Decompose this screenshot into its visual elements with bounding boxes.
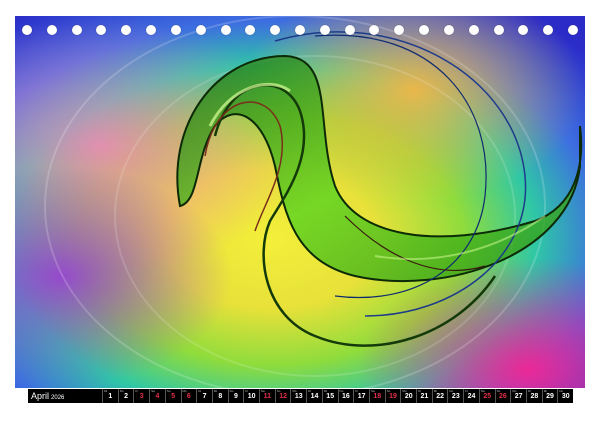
- weekday-label: Mi: [323, 389, 328, 393]
- weekday-label: Mi: [433, 389, 437, 393]
- weekday-label: So: [166, 389, 171, 393]
- binding-hole: [270, 25, 281, 35]
- day-cell: Mi 29: [541, 389, 558, 403]
- binding-hole: [220, 25, 231, 35]
- day-cell: Mo 13: [290, 389, 306, 403]
- weekday-label: Mo: [292, 389, 297, 393]
- weekday-label: Di: [527, 389, 531, 393]
- binding-hole: [71, 25, 82, 35]
- day-cell: Mo 20: [400, 389, 416, 403]
- day-cell: Sa 18: [368, 389, 385, 403]
- day-cell: Do 23: [447, 389, 463, 403]
- weekday-label: Fr: [135, 389, 139, 393]
- binding-hole: [121, 25, 132, 35]
- day-cell: Do 16: [337, 389, 354, 403]
- day-cell: So 19: [384, 389, 401, 403]
- binding-hole: [96, 25, 107, 35]
- binding-hole: [245, 25, 256, 35]
- weekday-label: So: [386, 389, 391, 393]
- binding-hole: [319, 25, 330, 35]
- abstract-artwork-image: [15, 16, 585, 388]
- day-cell: Sa 11: [259, 389, 275, 403]
- binding-hole: [22, 25, 32, 35]
- weekday-label: Sa: [480, 389, 485, 393]
- weekday-label: Mi: [543, 389, 547, 393]
- day-cell: Mi 15: [321, 389, 338, 403]
- day-cell: Mo 27: [510, 389, 526, 403]
- day-cell: Fr 3: [133, 389, 149, 403]
- day-cell: Do 2: [117, 389, 134, 403]
- day-cell: So 26: [494, 389, 511, 403]
- binding-hole: [419, 25, 430, 35]
- weekday-label: So: [496, 389, 501, 393]
- day-cell: Mi 1: [102, 389, 118, 403]
- binding-hole: [195, 25, 206, 35]
- day-cell: Fr 24: [463, 389, 479, 403]
- weekday-label: Sa: [151, 389, 155, 393]
- day-cell: Di 7: [196, 389, 212, 403]
- weekday-label: Sa: [261, 389, 265, 393]
- day-cell: Mi 8: [211, 389, 228, 403]
- day-cell: Mi 22: [431, 389, 448, 403]
- weekday-label: Mo: [182, 389, 187, 393]
- weekday-label: Sa: [370, 389, 375, 393]
- weekday-label: Mo: [512, 389, 517, 393]
- calendar-page: April 2026 Mi 1 Do 2 Fr 3 Sa 4 So 5 Mo 6 Di 7 Mi 8 Do 9 Fr 1…: [0, 0, 600, 431]
- weekday-label: Fr: [355, 389, 359, 393]
- binding-hole: [543, 25, 554, 35]
- binding-hole: [369, 25, 380, 35]
- day-cell: Sa 4: [149, 389, 165, 403]
- binding-hole: [344, 25, 355, 35]
- binding-hole: [170, 25, 181, 35]
- day-cell: Fr 17: [353, 389, 369, 403]
- binding-hole: [468, 25, 479, 35]
- day-cells: Mi 1 Do 2 Fr 3 Sa 4 So 5 Mo 6 Di 7 Mi 8 Do 9 Fr 10 Sa 11 So 12 M…: [102, 389, 573, 403]
- weekday-label: Mi: [213, 389, 218, 393]
- weekday-label: Do: [559, 389, 564, 393]
- day-cell: Di 21: [416, 389, 432, 403]
- weekday-label: Mi: [104, 389, 108, 393]
- day-cell: Sa 25: [478, 389, 495, 403]
- binding-hole: [295, 25, 305, 35]
- abstract-swirl-graphic: [15, 16, 585, 388]
- weekday-label: So: [276, 389, 281, 393]
- weekday-label: Mo: [402, 389, 407, 393]
- weekday-label: Di: [418, 389, 421, 393]
- day-cell: Fr 10: [243, 389, 259, 403]
- binding-hole: [568, 25, 578, 35]
- day-cell: Do 9: [227, 389, 244, 403]
- weekday-label: Fr: [465, 389, 469, 393]
- day-cell: Do 30: [557, 389, 573, 403]
- binding-hole: [518, 25, 529, 35]
- weekday-label: Fr: [245, 389, 249, 393]
- binding-hole: [493, 25, 504, 35]
- binding-hole: [394, 25, 405, 35]
- day-cell: Di 14: [306, 389, 322, 403]
- weekday-label: Do: [339, 389, 344, 393]
- binding-hole: [443, 25, 454, 35]
- weekday-label: Do: [449, 389, 454, 393]
- day-cell: So 5: [164, 389, 181, 403]
- weekday-label: Di: [198, 389, 202, 393]
- month-name: April: [31, 391, 50, 401]
- day-cell: So 12: [274, 389, 291, 403]
- spiral-binding-holes: [22, 25, 578, 37]
- month-label: April 2026: [28, 389, 102, 403]
- binding-hole: [146, 25, 157, 35]
- weekday-label: Do: [229, 389, 234, 393]
- binding-hole: [46, 25, 57, 35]
- weekday-label: Di: [308, 389, 311, 393]
- month-year: 2026: [51, 395, 65, 401]
- day-cell: Mo 6: [180, 389, 197, 403]
- weekday-label: Do: [119, 389, 124, 393]
- calendar-strip: April 2026 Mi 1 Do 2 Fr 3 Sa 4 So 5 Mo 6 Di 7 Mi 8 Do 9 Fr 1…: [28, 389, 573, 403]
- day-cell: Di 28: [525, 389, 542, 403]
